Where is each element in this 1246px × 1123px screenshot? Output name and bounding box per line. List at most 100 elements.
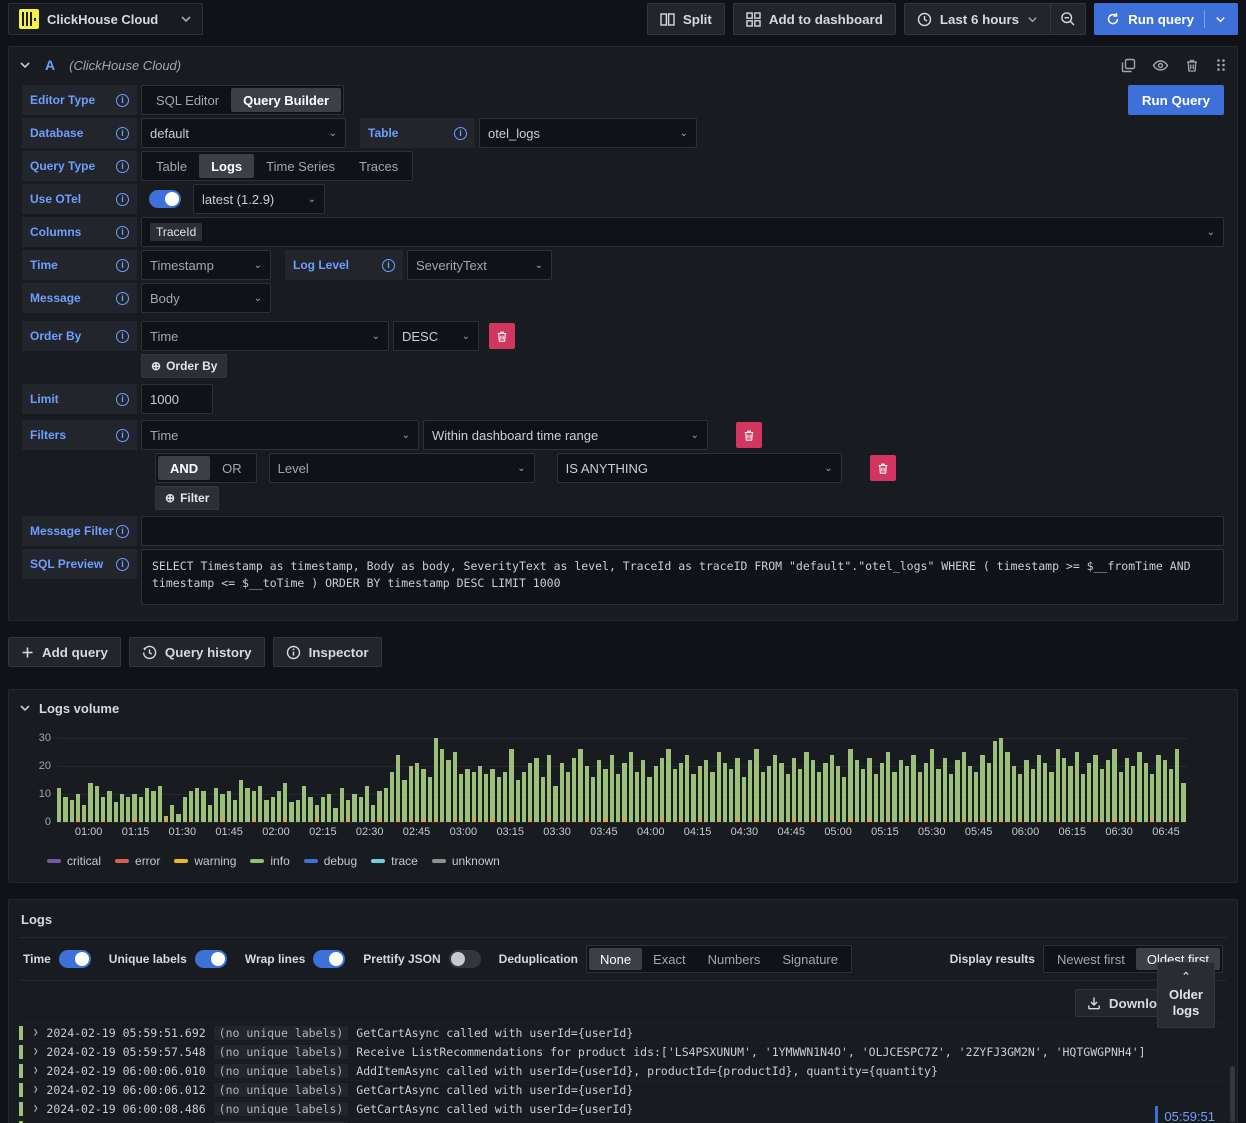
legend-item-warning[interactable]: warning [174, 854, 236, 868]
query-type-logs[interactable]: Logs [199, 154, 255, 178]
info-icon[interactable]: i [116, 329, 129, 343]
expand-chevron-icon[interactable]: ❯ [33, 1028, 38, 1038]
chart-bar [528, 738, 533, 822]
chart-bar [974, 738, 979, 822]
dedup-option-numbers[interactable]: Numbers [697, 948, 772, 970]
remove-filter-button[interactable] [736, 422, 762, 448]
message-column-select[interactable]: Body ⌄ [141, 283, 271, 313]
info-icon[interactable]: i [116, 159, 129, 173]
remove-filter2-button[interactable] [869, 455, 896, 481]
columns-multiselect[interactable]: TraceId ⌄ [141, 217, 1224, 247]
info-icon[interactable]: i [116, 126, 129, 140]
log-level-select[interactable]: SeverityText ⌄ [407, 250, 552, 280]
time-range-picker[interactable]: Last 6 hours [903, 3, 1052, 35]
older-logs-button[interactable]: ⌃ Older logs [1157, 962, 1215, 1028]
log-row[interactable]: ❯ 2024-02-19 06:00:06.012 (no unique label… [19, 1080, 1227, 1099]
info-icon[interactable]: i [116, 428, 129, 442]
legend-item-critical[interactable]: critical [47, 854, 101, 868]
info-icon[interactable]: i [116, 225, 129, 239]
info-icon[interactable]: i [116, 392, 129, 406]
display-option-newest-first[interactable]: Newest first [1046, 948, 1136, 970]
zoom-out-time-button[interactable] [1051, 3, 1087, 35]
query-type-traces[interactable]: Traces [347, 154, 410, 178]
expand-chevron-icon[interactable]: ❯ [33, 1047, 38, 1057]
logs-scrollbar[interactable] [1230, 1066, 1235, 1122]
log-row[interactable]: ❯ 2024-02-19 06:00:06.010 (no unique label… [19, 1061, 1227, 1080]
filter-operator-select[interactable]: Within dashboard time range ⌄ [423, 420, 708, 450]
info-icon[interactable]: i [454, 126, 467, 140]
datasource-picker[interactable]: ClickHouse Cloud [8, 3, 203, 35]
query-type-table[interactable]: Table [144, 154, 199, 178]
info-icon[interactable]: i [116, 192, 129, 206]
toggle-switch[interactable] [58, 950, 91, 968]
expand-chevron-icon[interactable]: ❯ [33, 1066, 38, 1076]
expand-chevron-icon[interactable]: ❯ [33, 1085, 38, 1095]
add-filter-button[interactable]: ⊕ Filter [155, 486, 220, 510]
query-header-row[interactable]: A (ClickHouse Cloud) [9, 47, 1237, 83]
inspector-button[interactable]: Inspector [272, 637, 382, 667]
message-filter-input[interactable] [141, 516, 1224, 546]
add-query-button[interactable]: Add query [8, 637, 121, 667]
log-row[interactable]: ❯ 2024-02-19 05:59:51.692 (no unique label… [19, 1023, 1227, 1042]
info-icon[interactable]: i [116, 258, 129, 272]
log-timestamp: 2024-02-19 06:00:06.010 [46, 1064, 206, 1078]
chart-bar [427, 738, 432, 822]
order-by-direction-select[interactable]: DESC ⌄ [393, 321, 479, 351]
conjunction-and[interactable]: AND [158, 456, 211, 480]
dedup-option-signature[interactable]: Signature [771, 948, 849, 970]
info-icon[interactable]: i [382, 258, 395, 272]
collapse-chevron-icon[interactable] [19, 702, 31, 714]
filter2-field-select[interactable]: Level ⌄ [268, 453, 535, 483]
collapse-chevron-icon[interactable] [19, 59, 31, 71]
remove-order-by-button[interactable] [489, 323, 515, 349]
query-history-button[interactable]: Query history [128, 637, 265, 667]
query-type-time-series[interactable]: Time Series [254, 154, 347, 178]
time-column-select[interactable]: Timestamp ⌄ [141, 250, 271, 280]
toggle-switch[interactable] [194, 950, 227, 968]
logs-volume-header[interactable]: Logs volume [19, 696, 1227, 720]
conjunction-or[interactable]: OR [210, 456, 254, 480]
expand-chevron-icon[interactable]: ❯ [33, 1104, 38, 1114]
log-row[interactable]: ❯2024-02-19 06:00:18.663(no unique label… [19, 1118, 1227, 1123]
log-row[interactable]: ❯ 2024-02-19 05:59:57.548 (no unique label… [19, 1042, 1227, 1061]
add-to-dashboard-button[interactable]: Add to dashboard [732, 3, 896, 35]
order-by-field-select[interactable]: Time ⌄ [141, 321, 389, 351]
run-query-panel-button[interactable]: Run Query [1127, 85, 1224, 115]
log-row[interactable]: ❯ 2024-02-19 06:00:08.486 (no unique label… [19, 1099, 1227, 1118]
dedup-option-exact[interactable]: Exact [642, 948, 697, 970]
legend-item-info[interactable]: info [250, 854, 290, 868]
chevron-down-icon[interactable] [1215, 14, 1226, 25]
editor-type-query-builder[interactable]: Query Builder [231, 88, 342, 112]
legend-item-unknown[interactable]: unknown [431, 854, 500, 868]
run-query-button[interactable]: Run query [1094, 3, 1238, 35]
drag-handle-icon[interactable] [1215, 58, 1227, 72]
legend-item-error[interactable]: error [115, 854, 160, 868]
limit-row: Limit i [22, 384, 1224, 414]
limit-input[interactable] [141, 384, 213, 414]
column-chip[interactable]: TraceId [150, 223, 203, 241]
chart-bar [791, 738, 797, 822]
copy-icon[interactable] [1121, 58, 1136, 73]
info-icon[interactable]: i [116, 524, 129, 538]
eye-icon[interactable] [1152, 58, 1169, 73]
info-icon[interactable]: i [116, 93, 129, 107]
dedup-option-none[interactable]: None [589, 948, 643, 970]
split-button[interactable]: Split [646, 3, 725, 35]
database-select[interactable]: default ⌄ [141, 118, 346, 148]
filter-field-select[interactable]: Time ⌄ [141, 420, 419, 450]
use-otel-toggle[interactable] [149, 190, 181, 208]
filter2-operator-select[interactable]: IS ANYTHING ⌄ [556, 453, 842, 483]
table-select[interactable]: otel_logs ⌄ [479, 118, 697, 148]
info-icon[interactable]: i [116, 291, 129, 305]
legend-item-debug[interactable]: debug [303, 854, 357, 868]
info-icon[interactable]: i [116, 557, 129, 571]
chart-bar [207, 738, 213, 822]
legend-item-trace[interactable]: trace [371, 854, 418, 868]
chart-bar [999, 738, 1004, 822]
toggle-switch[interactable] [313, 950, 346, 968]
toggle-switch[interactable] [448, 950, 481, 968]
trash-icon[interactable] [1185, 58, 1199, 73]
editor-type-sql-editor[interactable]: SQL Editor [144, 88, 231, 112]
add-order-by-button[interactable]: ⊕ Order By [141, 354, 228, 378]
otel-version-select[interactable]: latest (1.2.9) ⌄ [193, 184, 325, 214]
